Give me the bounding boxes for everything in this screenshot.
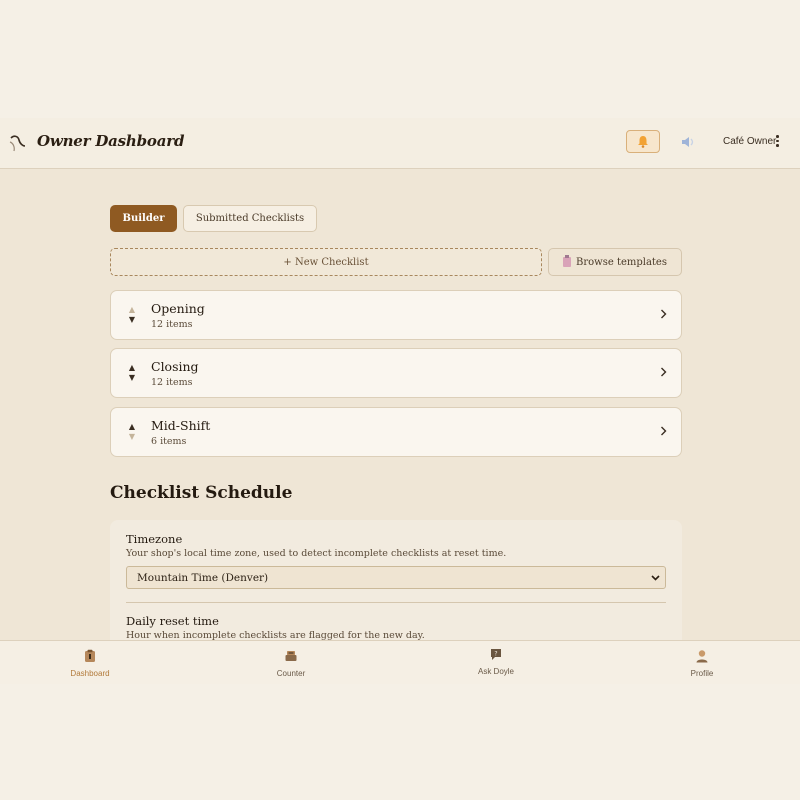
nav-label: Dashboard (70, 669, 110, 678)
chevron-right-icon (661, 426, 667, 436)
nav-ask-doyle[interactable]: ? Ask Doyle (446, 647, 546, 676)
reset-time-label: Daily reset time (126, 614, 219, 628)
clipboard-icon (563, 255, 571, 267)
page-title: Owner Dashboard (37, 132, 185, 150)
checklist-name: Closing (151, 359, 199, 374)
checklist-item-count: 12 items (151, 377, 193, 388)
chevron-right-icon (661, 367, 667, 377)
user-role-label[interactable]: Café Owner (723, 136, 776, 147)
logo-icon[interactable] (8, 133, 26, 153)
chevron-down-icon (651, 575, 660, 581)
nav-counter[interactable]: Counter (241, 649, 341, 678)
checklist-card-closing[interactable]: ▲ ▼ Closing 12 items (110, 348, 682, 398)
register-icon (285, 651, 297, 661)
reorder-controls: ▲ ▼ (127, 422, 137, 442)
browse-templates-button[interactable]: Browse templates (548, 248, 682, 276)
nav-profile[interactable]: Profile (652, 649, 752, 678)
profile-icon (696, 650, 708, 663)
move-up-icon[interactable]: ▲ (127, 305, 137, 315)
timezone-value: Mountain Time (Denver) (137, 572, 269, 584)
nav-label: Ask Doyle (477, 667, 514, 676)
move-down-icon[interactable]: ▼ (127, 315, 137, 325)
timezone-help: Your shop's local time zone, used to det… (126, 548, 507, 559)
chevron-right-icon (661, 309, 667, 319)
chat-icon: ? (491, 649, 501, 660)
timezone-label: Timezone (126, 532, 183, 546)
bottom-nav: Dashboard Counter ? Ask Doyle Profile (0, 640, 800, 684)
move-down-icon[interactable]: ▼ (127, 373, 137, 383)
move-up-icon[interactable]: ▲ (127, 363, 137, 373)
app-shell: Owner Dashboard Café Owner Builder Submi… (0, 118, 800, 684)
top-header: Owner Dashboard Café Owner (0, 118, 800, 169)
timezone-select[interactable]: Mountain Time (Denver) (126, 566, 666, 589)
checklist-name: Opening (151, 301, 205, 316)
dashboard-icon (85, 649, 95, 662)
checklist-name: Mid-Shift (151, 418, 211, 433)
checklist-item-count: 12 items (151, 319, 193, 330)
speaker-icon[interactable] (680, 134, 698, 150)
schedule-section-title: Checklist Schedule (110, 483, 293, 503)
notifications-button[interactable] (626, 130, 660, 153)
svg-text:?: ? (494, 651, 497, 658)
browse-templates-label: Browse templates (576, 256, 667, 268)
tab-submitted-checklists[interactable]: Submitted Checklists (183, 205, 317, 232)
new-checklist-button[interactable]: + New Checklist (110, 248, 542, 276)
checklist-card-opening[interactable]: ▲ ▼ Opening 12 items (110, 290, 682, 340)
divider (126, 602, 666, 603)
more-vertical-icon[interactable] (776, 135, 780, 149)
move-up-icon[interactable]: ▲ (127, 422, 137, 432)
checklist-item-count: 6 items (151, 436, 187, 447)
bell-icon (638, 136, 648, 148)
reorder-controls: ▲ ▼ (127, 305, 137, 325)
nav-label: Counter (276, 669, 306, 678)
nav-label: Profile (690, 669, 714, 678)
checklist-card-mid-shift[interactable]: ▲ ▼ Mid-Shift 6 items (110, 407, 682, 457)
nav-dashboard[interactable]: Dashboard (40, 649, 140, 678)
reorder-controls: ▲ ▼ (127, 363, 137, 383)
tab-builder[interactable]: Builder (110, 205, 177, 232)
move-down-icon[interactable]: ▼ (127, 432, 137, 442)
